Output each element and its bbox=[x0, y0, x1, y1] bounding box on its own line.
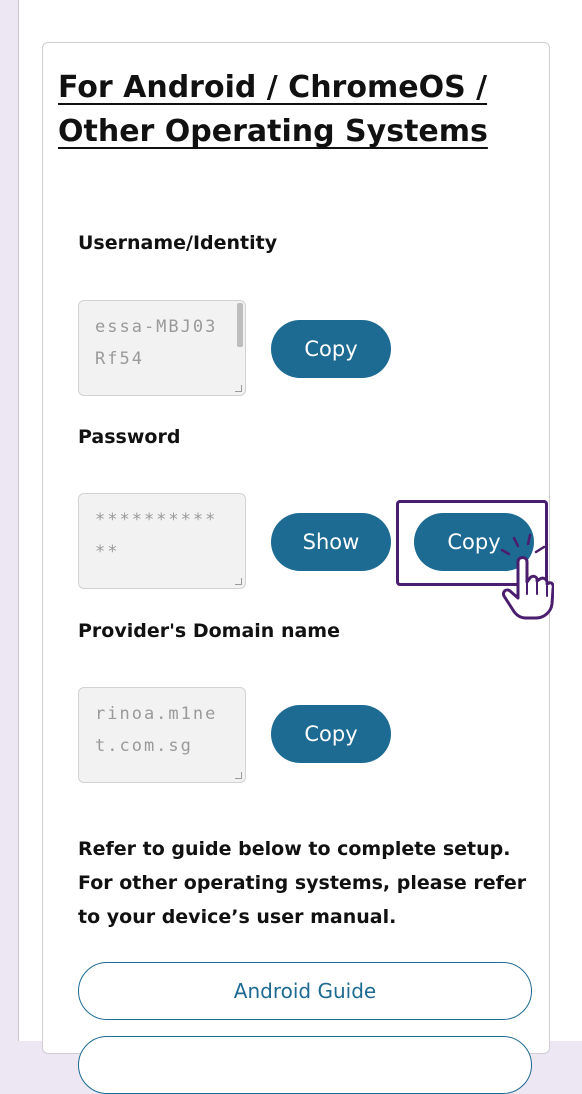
copy-domain-button[interactable]: Copy bbox=[271, 705, 391, 763]
domain-label: Provider's Domain name bbox=[78, 620, 340, 642]
copy-username-button[interactable]: Copy bbox=[271, 320, 391, 378]
show-password-button[interactable]: Show bbox=[271, 513, 391, 571]
domain-field[interactable]: rinoa.m1net.com.sg bbox=[78, 687, 246, 783]
hand-pointer-icon bbox=[500, 533, 554, 620]
android-guide-button[interactable]: Android Guide bbox=[78, 962, 532, 1020]
guide-instructions: Refer to guide below to complete setup. … bbox=[78, 838, 527, 928]
username-value: essa-MBJ03Rf54 bbox=[95, 317, 218, 369]
username-label: Username/Identity bbox=[78, 232, 278, 254]
resize-grip-icon[interactable] bbox=[235, 578, 242, 585]
password-field[interactable]: ************ bbox=[78, 493, 246, 589]
password-label: Password bbox=[78, 426, 181, 448]
username-scrollbar[interactable] bbox=[237, 303, 243, 347]
section-title: For Android / ChromeOS / Other Operating… bbox=[58, 70, 488, 149]
resize-grip-icon[interactable] bbox=[235, 772, 242, 779]
password-value: ************ bbox=[95, 510, 218, 562]
username-field[interactable]: essa-MBJ03Rf54 bbox=[78, 300, 246, 396]
resize-grip-icon[interactable] bbox=[235, 385, 242, 392]
domain-value: rinoa.m1net.com.sg bbox=[95, 704, 218, 756]
second-guide-button[interactable] bbox=[78, 1036, 532, 1094]
